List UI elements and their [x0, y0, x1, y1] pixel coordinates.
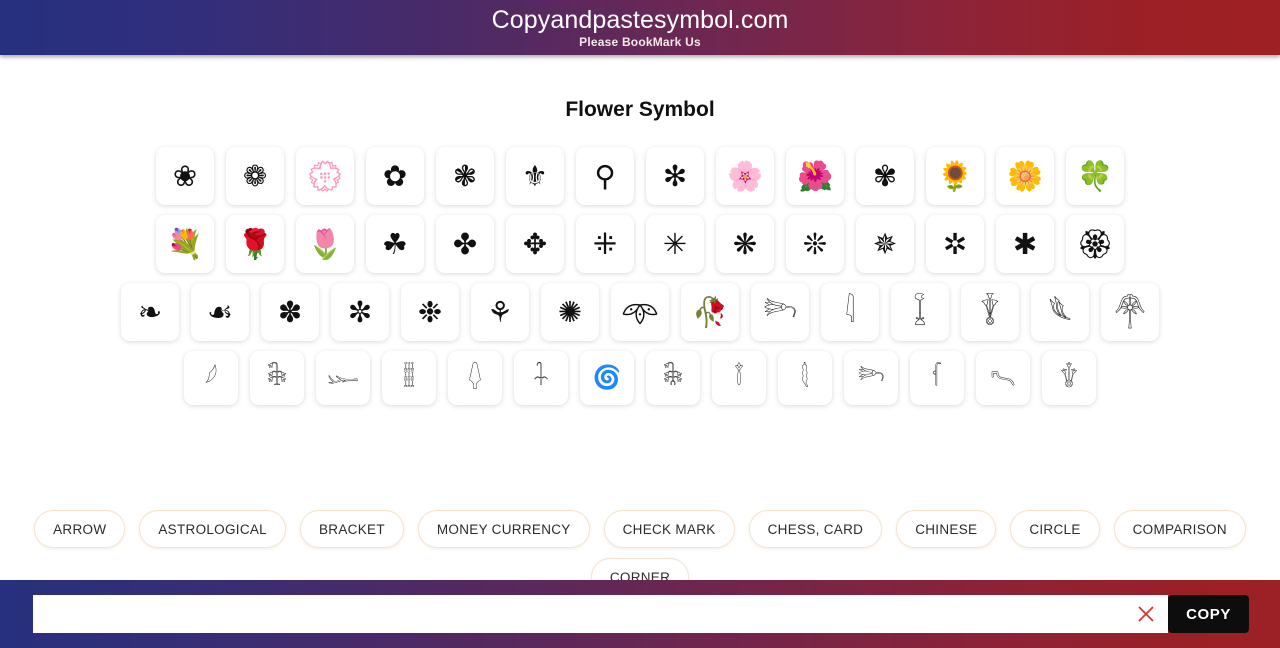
symbol-cell[interactable]: 💐 — [156, 215, 214, 273]
symbol-row: ❧ ☙ ✽ ✼ ❉ ⚘ ✺ 𖥸 🥀 𓆸 𓇋 𓆼 𓇊 𓆰 𓋇 — [34, 278, 1246, 346]
symbol-cell[interactable]: 𓇕 — [712, 351, 766, 405]
symbol-cell[interactable]: 𓇄 — [382, 351, 436, 405]
symbol-cell[interactable]: ✳ — [646, 215, 704, 273]
symbol-cell[interactable]: ❀ — [156, 147, 214, 205]
symbol-cell[interactable]: ✿ — [366, 147, 424, 205]
symbol-cell[interactable]: 🌸 — [716, 147, 774, 205]
symbol-cell[interactable]: ⚜ — [506, 147, 564, 205]
symbol-cell[interactable]: 𓍇 — [976, 351, 1030, 405]
symbol-cell[interactable]: ✤ — [436, 215, 494, 273]
symbol-cell[interactable]: 𓇚 — [1042, 351, 1096, 405]
symbol-cell[interactable]: 💮 — [296, 147, 354, 205]
copy-input-wrap — [33, 595, 1169, 633]
symbol-cell[interactable]: ❊ — [786, 215, 844, 273]
symbol-cell[interactable]: 𓇑 — [514, 351, 568, 405]
symbol-cell[interactable]: ✼ — [331, 283, 389, 341]
symbol-cell[interactable]: 𓆸 — [844, 351, 898, 405]
symbol-cell[interactable]: 𓆪 — [184, 351, 238, 405]
symbol-cell[interactable]: ⚲ — [576, 147, 634, 205]
copy-button[interactable]: COPY — [1168, 595, 1249, 633]
symbol-cell[interactable]: 𓆱 — [316, 351, 370, 405]
symbol-cell[interactable]: ❧ — [121, 283, 179, 341]
site-tagline: Please BookMark Us — [579, 34, 701, 49]
category-chip-circle[interactable]: CIRCLE — [1010, 510, 1100, 548]
site-title: Copyandpastesymbol.com — [491, 5, 789, 34]
category-chip-check-mark[interactable]: CHECK MARK — [603, 510, 735, 548]
page-title: Flower Symbol — [565, 98, 715, 121]
symbol-cell[interactable]: ❃ — [436, 147, 494, 205]
symbol-input[interactable] — [33, 595, 1169, 633]
symbol-cell[interactable]: 🌺 — [786, 147, 844, 205]
symbol-cell[interactable]: 𓇊 — [961, 283, 1019, 341]
symbol-cell[interactable]: 🌀 — [580, 351, 634, 405]
symbol-cell[interactable]: 🌹 — [226, 215, 284, 273]
symbol-cell[interactable]: ☘ — [366, 215, 424, 273]
symbol-cell[interactable]: 𓆸 — [751, 283, 809, 341]
symbol-cell[interactable]: ✲ — [926, 215, 984, 273]
symbol-cell[interactable]: ✻ — [646, 147, 704, 205]
symbol-cell[interactable]: 𓋇 — [1101, 283, 1159, 341]
symbol-cell[interactable]: ❉ — [401, 283, 459, 341]
symbol-cell[interactable]: ✥ — [506, 215, 564, 273]
symbol-cell[interactable]: 𓇛 — [778, 351, 832, 405]
symbol-cell[interactable]: ✵ — [856, 215, 914, 273]
category-chip-chinese[interactable]: CHINESE — [896, 510, 997, 548]
symbol-cell[interactable]: 🌷 — [296, 215, 354, 273]
symbol-cell[interactable]: 𓆳 — [910, 351, 964, 405]
symbol-cell[interactable]: 🌻 — [926, 147, 984, 205]
symbol-row: 💐 🌹 🌷 ☘ ✤ ✥ ⁜ ✳ ❋ ❊ ✵ ✲ ✱ 🏵 — [34, 210, 1246, 278]
symbol-cell[interactable]: 𓇙 — [646, 351, 700, 405]
site-header: Copyandpastesymbol.com Please BookMark U… — [0, 0, 1280, 55]
symbol-cell[interactable]: ✺ — [541, 283, 599, 341]
category-chip-bracket[interactable]: BRACKET — [300, 510, 404, 548]
category-chip-astrological[interactable]: ASTROLOGICAL — [139, 510, 286, 548]
symbol-cell[interactable]: ⁜ — [576, 215, 634, 273]
symbol-cell[interactable]: ☙ — [191, 283, 249, 341]
symbol-grid: ❀ ❁ 💮 ✿ ❃ ⚜ ⚲ ✻ 🌸 🌺 ✾ 🌻 🌼 🍀 💐 🌹 🌷 ☘ ✤ ✥ ⁜ ✳ ❋ ❊ ✵ ✲ ✱ 🏵 ❧ ☙ ✽ ✼ ❉ ⚘ ✺ 𖥸 🥀 𓆸 𓇋 𓆼… — [0, 142, 1280, 410]
symbol-cell[interactable]: 𓇗 — [250, 351, 304, 405]
symbol-row: 𓆪 𓇗 𓆱 𓇄 𓆭 𓇑 🌀 𓇙 𓇕 𓇛 𓆸 𓆳 𓍇 𓇚 — [34, 346, 1246, 410]
symbol-cell[interactable]: 🏵 — [1066, 215, 1124, 273]
symbol-cell[interactable]: 𓆼 — [891, 283, 949, 341]
symbol-row: ❀ ❁ 💮 ✿ ❃ ⚜ ⚲ ✻ 🌸 🌺 ✾ 🌻 🌼 🍀 — [34, 142, 1246, 210]
category-chip-arrow[interactable]: ARROW — [34, 510, 126, 548]
symbol-cell[interactable]: 🥀 — [681, 283, 739, 341]
symbol-cell[interactable]: 🍀 — [1066, 147, 1124, 205]
category-chip-chess-card[interactable]: CHESS, CARD — [748, 510, 883, 548]
symbol-cell[interactable]: ❁ — [226, 147, 284, 205]
symbol-cell[interactable]: 🌼 — [996, 147, 1054, 205]
page-content: Flower Symbol ❀ ❁ 💮 ✿ ❃ ⚜ ⚲ ✻ 🌸 🌺 ✾ 🌻 🌼 🍀 💐 🌹 🌷 ☘ ✤ ✥ ⁜ ✳ ❋ ❊ ✵ ✲… — [0, 55, 1280, 648]
symbol-cell[interactable]: ✾ — [856, 147, 914, 205]
symbol-cell[interactable]: 𓆰 — [1031, 283, 1089, 341]
close-icon[interactable] — [1136, 604, 1156, 624]
symbol-cell[interactable]: 𓆭 — [448, 351, 502, 405]
symbol-cell[interactable]: 𖥸 — [611, 283, 669, 341]
copy-bar: COPY — [0, 580, 1280, 648]
symbol-cell[interactable]: ⚘ — [471, 283, 529, 341]
symbol-cell[interactable]: ✱ — [996, 215, 1054, 273]
symbol-cell[interactable]: ❋ — [716, 215, 774, 273]
category-chip-comparison[interactable]: COMPARISON — [1113, 510, 1246, 548]
symbol-cell[interactable]: ✽ — [261, 283, 319, 341]
symbol-cell[interactable]: 𓇋 — [821, 283, 879, 341]
category-chip-money-currency[interactable]: MONEY CURRENCY — [417, 510, 590, 548]
